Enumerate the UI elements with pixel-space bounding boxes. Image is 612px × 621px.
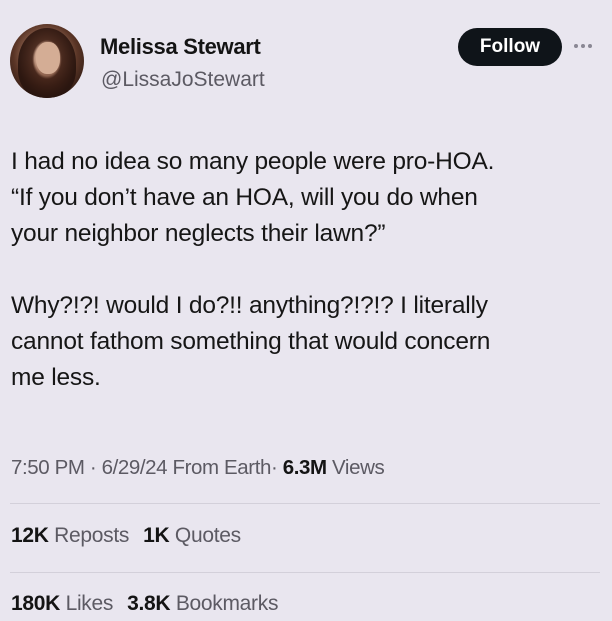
tweet-text: I had no idea so many people were pro-HO… — [11, 144, 607, 396]
reposts-count: 12K — [11, 524, 49, 547]
divider — [10, 503, 600, 504]
dot — [588, 44, 592, 48]
tweet-paragraph-1: I had no idea so many people were pro-HO… — [11, 148, 495, 247]
likes-count: 180K — [11, 592, 61, 615]
views-count: 6.3M — [282, 456, 327, 479]
avatar-face — [36, 42, 60, 74]
stats-row-reposts-quotes: 12K Reposts 1K Quotes — [11, 524, 241, 548]
author-name[interactable]: Melissa Stewart — [100, 34, 261, 60]
bookmarks-count: 3.8K — [127, 592, 171, 615]
ellipsis-icon[interactable] — [574, 42, 600, 50]
bookmarks-label: Bookmarks — [175, 592, 279, 615]
tweet-date[interactable]: 6/29/24 — [102, 456, 168, 479]
separator: · — [89, 456, 97, 479]
tweet-paragraph-2: Why?!?! would I do?!! anything?!?!? I li… — [11, 292, 491, 391]
views-label: Views — [332, 456, 385, 479]
separator: · — [271, 456, 278, 479]
follow-button[interactable]: Follow — [458, 28, 562, 66]
dot — [574, 44, 578, 48]
reposts-label: Reposts — [54, 524, 130, 547]
divider — [10, 572, 600, 573]
tweet-time[interactable]: 7:50 PM — [11, 456, 85, 479]
dot — [581, 44, 585, 48]
author-handle[interactable]: @LissaJoStewart — [101, 68, 265, 92]
reposts-stat[interactable]: 12K Reposts — [11, 524, 129, 547]
quotes-label: Quotes — [174, 524, 241, 547]
tweet-meta: 7:50 PM · 6/29/24 From Earth· 6.3M Views — [11, 456, 385, 480]
tweet-source: From Earth — [172, 456, 272, 479]
likes-stat[interactable]: 180K Likes — [11, 592, 113, 615]
likes-label: Likes — [65, 592, 114, 615]
bookmarks-stat[interactable]: 3.8K Bookmarks — [127, 592, 278, 615]
quotes-stat[interactable]: 1K Quotes — [143, 524, 241, 547]
stats-row-likes-bookmarks: 180K Likes 3.8K Bookmarks — [11, 592, 278, 616]
avatar[interactable] — [10, 24, 84, 98]
quotes-count: 1K — [143, 524, 170, 547]
